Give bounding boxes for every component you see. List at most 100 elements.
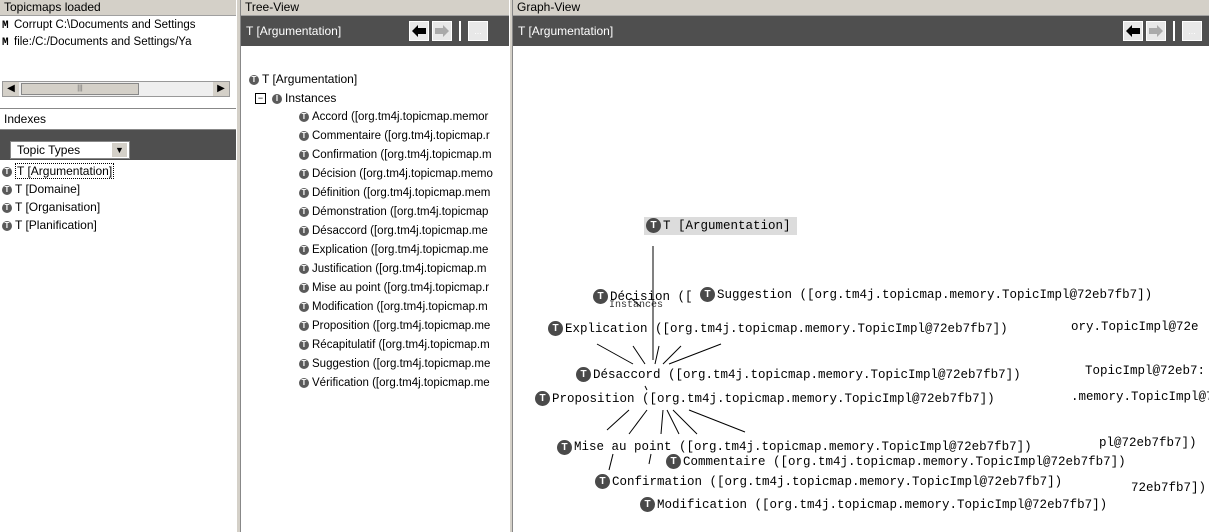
tree-instance-item[interactable]: T Mise au point ([org.tm4j.topicmap.r: [299, 279, 493, 298]
graph-node-label: Suggestion ([org.tm4j.topicmap.memory.To…: [717, 288, 1153, 302]
more-options-button[interactable]: ...: [468, 21, 488, 41]
topic-icon: T: [595, 474, 610, 490]
tree-view-header-label: T [Argumentation]: [246, 24, 342, 38]
tree-instance-label: Décision ([org.tm4j.topicmap.memo: [312, 168, 493, 180]
index-item-domaine[interactable]: TT [Domaine]: [0, 180, 230, 198]
tree-root-node[interactable]: TT [Argumentation]: [249, 72, 357, 86]
topic-icon: T: [299, 130, 309, 141]
tree-instance-item[interactable]: T Démonstration ([org.tm4j.topicmap: [299, 203, 493, 222]
tree-instance-item[interactable]: T Modification ([org.tm4j.topicmap.m: [299, 298, 493, 317]
topic-icon: T: [640, 497, 655, 513]
index-item-argumentation[interactable]: TT [Argumentation]: [0, 162, 230, 180]
topic-icon: T: [299, 263, 309, 274]
tree-instance-item[interactable]: T Récapitulatif ([org.tm4j.topicmap.m: [299, 336, 493, 355]
tree-instance-label: Confirmation ([org.tm4j.topicmap.m: [312, 149, 492, 161]
topic-icon: T: [299, 111, 309, 122]
index-item-organisation[interactable]: TT [Organisation]: [0, 198, 230, 216]
graph-view-header-label: T [Argumentation]: [518, 24, 614, 38]
graph-node-desaccord[interactable]: T Désaccord ([org.tm4j.topicmap.memory.To…: [576, 366, 1021, 384]
topicmaps-list: M Corrupt C:\Documents and Settings M fi…: [0, 17, 237, 51]
topic-icon: T: [299, 206, 309, 217]
collapse-icon[interactable]: −: [255, 93, 266, 105]
graph-node-confirmation[interactable]: T Confirmation ([org.tm4j.topicmap.memory…: [595, 473, 1062, 491]
scrollbar-thumb[interactable]: |||: [21, 83, 139, 95]
tree-instance-label: Suggestion ([org.tm4j.topicmap.me: [312, 358, 491, 370]
index-type-select[interactable]: Topic Types ▼: [10, 141, 130, 159]
back-button[interactable]: [409, 21, 429, 41]
scroll-left-arrow-icon[interactable]: ◀: [3, 82, 19, 96]
toolbar-separator: [1173, 21, 1175, 41]
topic-icon: T: [249, 74, 259, 85]
tree-instance-label: Définition ([org.tm4j.topicmap.mem: [312, 187, 491, 199]
topic-icon: T: [2, 166, 12, 177]
tree-instance-label: Explication ([org.tm4j.topicmap.me: [312, 244, 489, 256]
topic-icon: T: [299, 225, 309, 236]
arrow-right-icon: [435, 25, 449, 37]
graph-node-explication[interactable]: T Explication ([org.tm4j.topicmap.memory.…: [548, 320, 1008, 338]
topic-icon: T: [2, 202, 12, 213]
graph-node-proposition[interactable]: T Proposition ([org.tm4j.topicmap.memory.…: [535, 390, 995, 408]
tree-instance-item[interactable]: T Accord ([org.tm4j.topicmap.memor: [299, 108, 493, 127]
tree-instance-item[interactable]: T Confirmation ([org.tm4j.topicmap.m: [299, 146, 493, 165]
tree-instances-label: Instances: [285, 91, 337, 105]
left-panel: Topicmaps loaded M Corrupt C:\Documents …: [0, 0, 237, 532]
arrow-left-icon: [412, 25, 426, 37]
tree-instance-label: Modification ([org.tm4j.topicmap.m: [312, 301, 488, 313]
tree-instance-item[interactable]: T Vérification ([org.tm4j.topicmap.me: [299, 374, 493, 393]
arrow-left-icon: [1126, 25, 1140, 37]
tree-instance-item[interactable]: T Suggestion ([org.tm4j.topicmap.me: [299, 355, 493, 374]
tree-instance-item[interactable]: T Décision ([org.tm4j.topicmap.memo: [299, 165, 493, 184]
tree-nav-buttons: ...: [409, 21, 488, 41]
graph-label-fragment: 72eb7fb7]): [1131, 481, 1207, 495]
graph-node-label: Décision ([: [610, 290, 693, 304]
tree-view-header: T [Argumentation] ...: [241, 16, 511, 46]
graph-node-label: Modification ([org.tm4j.topicmap.memory.…: [657, 498, 1108, 512]
graph-node-suggestion[interactable]: T Suggestion ([org.tm4j.topicmap.memory.T…: [700, 286, 1152, 304]
tree-instance-item[interactable]: T Proposition ([org.tm4j.topicmap.me: [299, 317, 493, 336]
tree-instance-item[interactable]: T Justification ([org.tm4j.topicmap.m: [299, 260, 493, 279]
tree-instance-label: Justification ([org.tm4j.topicmap.m: [312, 263, 487, 275]
graph-view-panel: Graph-View T [Argumentation] ... Instanc…: [512, 0, 1209, 532]
tree-instances-node[interactable]: − I Instances: [255, 91, 336, 105]
tree-instance-list: T Accord ([org.tm4j.topicmap.memor T Commen…: [299, 108, 493, 393]
tree-instance-label: Commentaire ([org.tm4j.topicmap.r: [312, 130, 490, 142]
index-item-planification[interactable]: TT [Planification]: [0, 216, 230, 234]
scroll-right-arrow-icon[interactable]: ▶: [213, 82, 229, 96]
topicmap-item[interactable]: M file:/C:/Documents and Settings/Ya: [0, 34, 237, 51]
topic-icon: T: [299, 301, 309, 312]
graph-label-fragment: .memory.TopicImpl@7: [1071, 390, 1209, 404]
indexes-toolbar: Topic Types ▼: [0, 130, 237, 160]
topic-icon: T: [646, 218, 661, 234]
index-item-label: T [Planification]: [15, 218, 97, 232]
tree-instance-item[interactable]: T Commentaire ([org.tm4j.topicmap.r: [299, 127, 493, 146]
graph-node-commentaire[interactable]: T Commentaire ([org.tm4j.topicmap.memory.…: [666, 453, 1126, 471]
arrow-right-icon: [1149, 25, 1163, 37]
ellipsis-icon: ...: [1188, 25, 1196, 36]
forward-button[interactable]: [1146, 21, 1166, 41]
tree-instance-item[interactable]: T Explication ([org.tm4j.topicmap.me: [299, 241, 493, 260]
graph-node-decision[interactable]: T Décision ([: [593, 288, 693, 306]
graph-node-modification[interactable]: T Modification ([org.tm4j.topicmap.memory…: [640, 496, 1107, 514]
back-button[interactable]: [1123, 21, 1143, 41]
graph-node-root[interactable]: TT [Argumentation]: [644, 217, 797, 235]
topicmap-item[interactable]: M Corrupt C:\Documents and Settings: [0, 17, 237, 34]
graph-canvas[interactable]: Instances TT [Argumentation] T Décision (…: [513, 60, 1209, 532]
topic-icon: T: [535, 391, 550, 407]
tree-view-panel: Tree-View T [Argumentation] ... TT [Argu…: [240, 0, 511, 532]
topic-icon: T: [548, 321, 563, 337]
topic-icon: T: [2, 220, 12, 231]
topicmaps-horizontal-scrollbar[interactable]: ◀ ||| ▶: [2, 81, 230, 97]
graph-node-label: Confirmation ([org.tm4j.topicmap.memory.…: [612, 475, 1063, 489]
tree-instance-item[interactable]: T Définition ([org.tm4j.topicmap.mem: [299, 184, 493, 203]
tree-instance-label: Proposition ([org.tm4j.topicmap.me: [312, 320, 491, 332]
graph-node-label: Proposition ([org.tm4j.topicmap.memory.T…: [552, 392, 995, 406]
topic-icon: T: [299, 320, 309, 331]
forward-button[interactable]: [432, 21, 452, 41]
graph-label-fragment: TopicImpl@72eb7:: [1085, 364, 1206, 378]
topicmap-item-label: Corrupt C:\Documents and Settings: [14, 19, 196, 31]
tree-instance-item[interactable]: T Désaccord ([org.tm4j.topicmap.me: [299, 222, 493, 241]
index-item-label: T [Argumentation]: [15, 163, 115, 179]
more-options-button[interactable]: ...: [1182, 21, 1202, 41]
chevron-down-icon[interactable]: ▼: [112, 143, 127, 157]
topicmap-file-icon: M: [2, 37, 9, 49]
